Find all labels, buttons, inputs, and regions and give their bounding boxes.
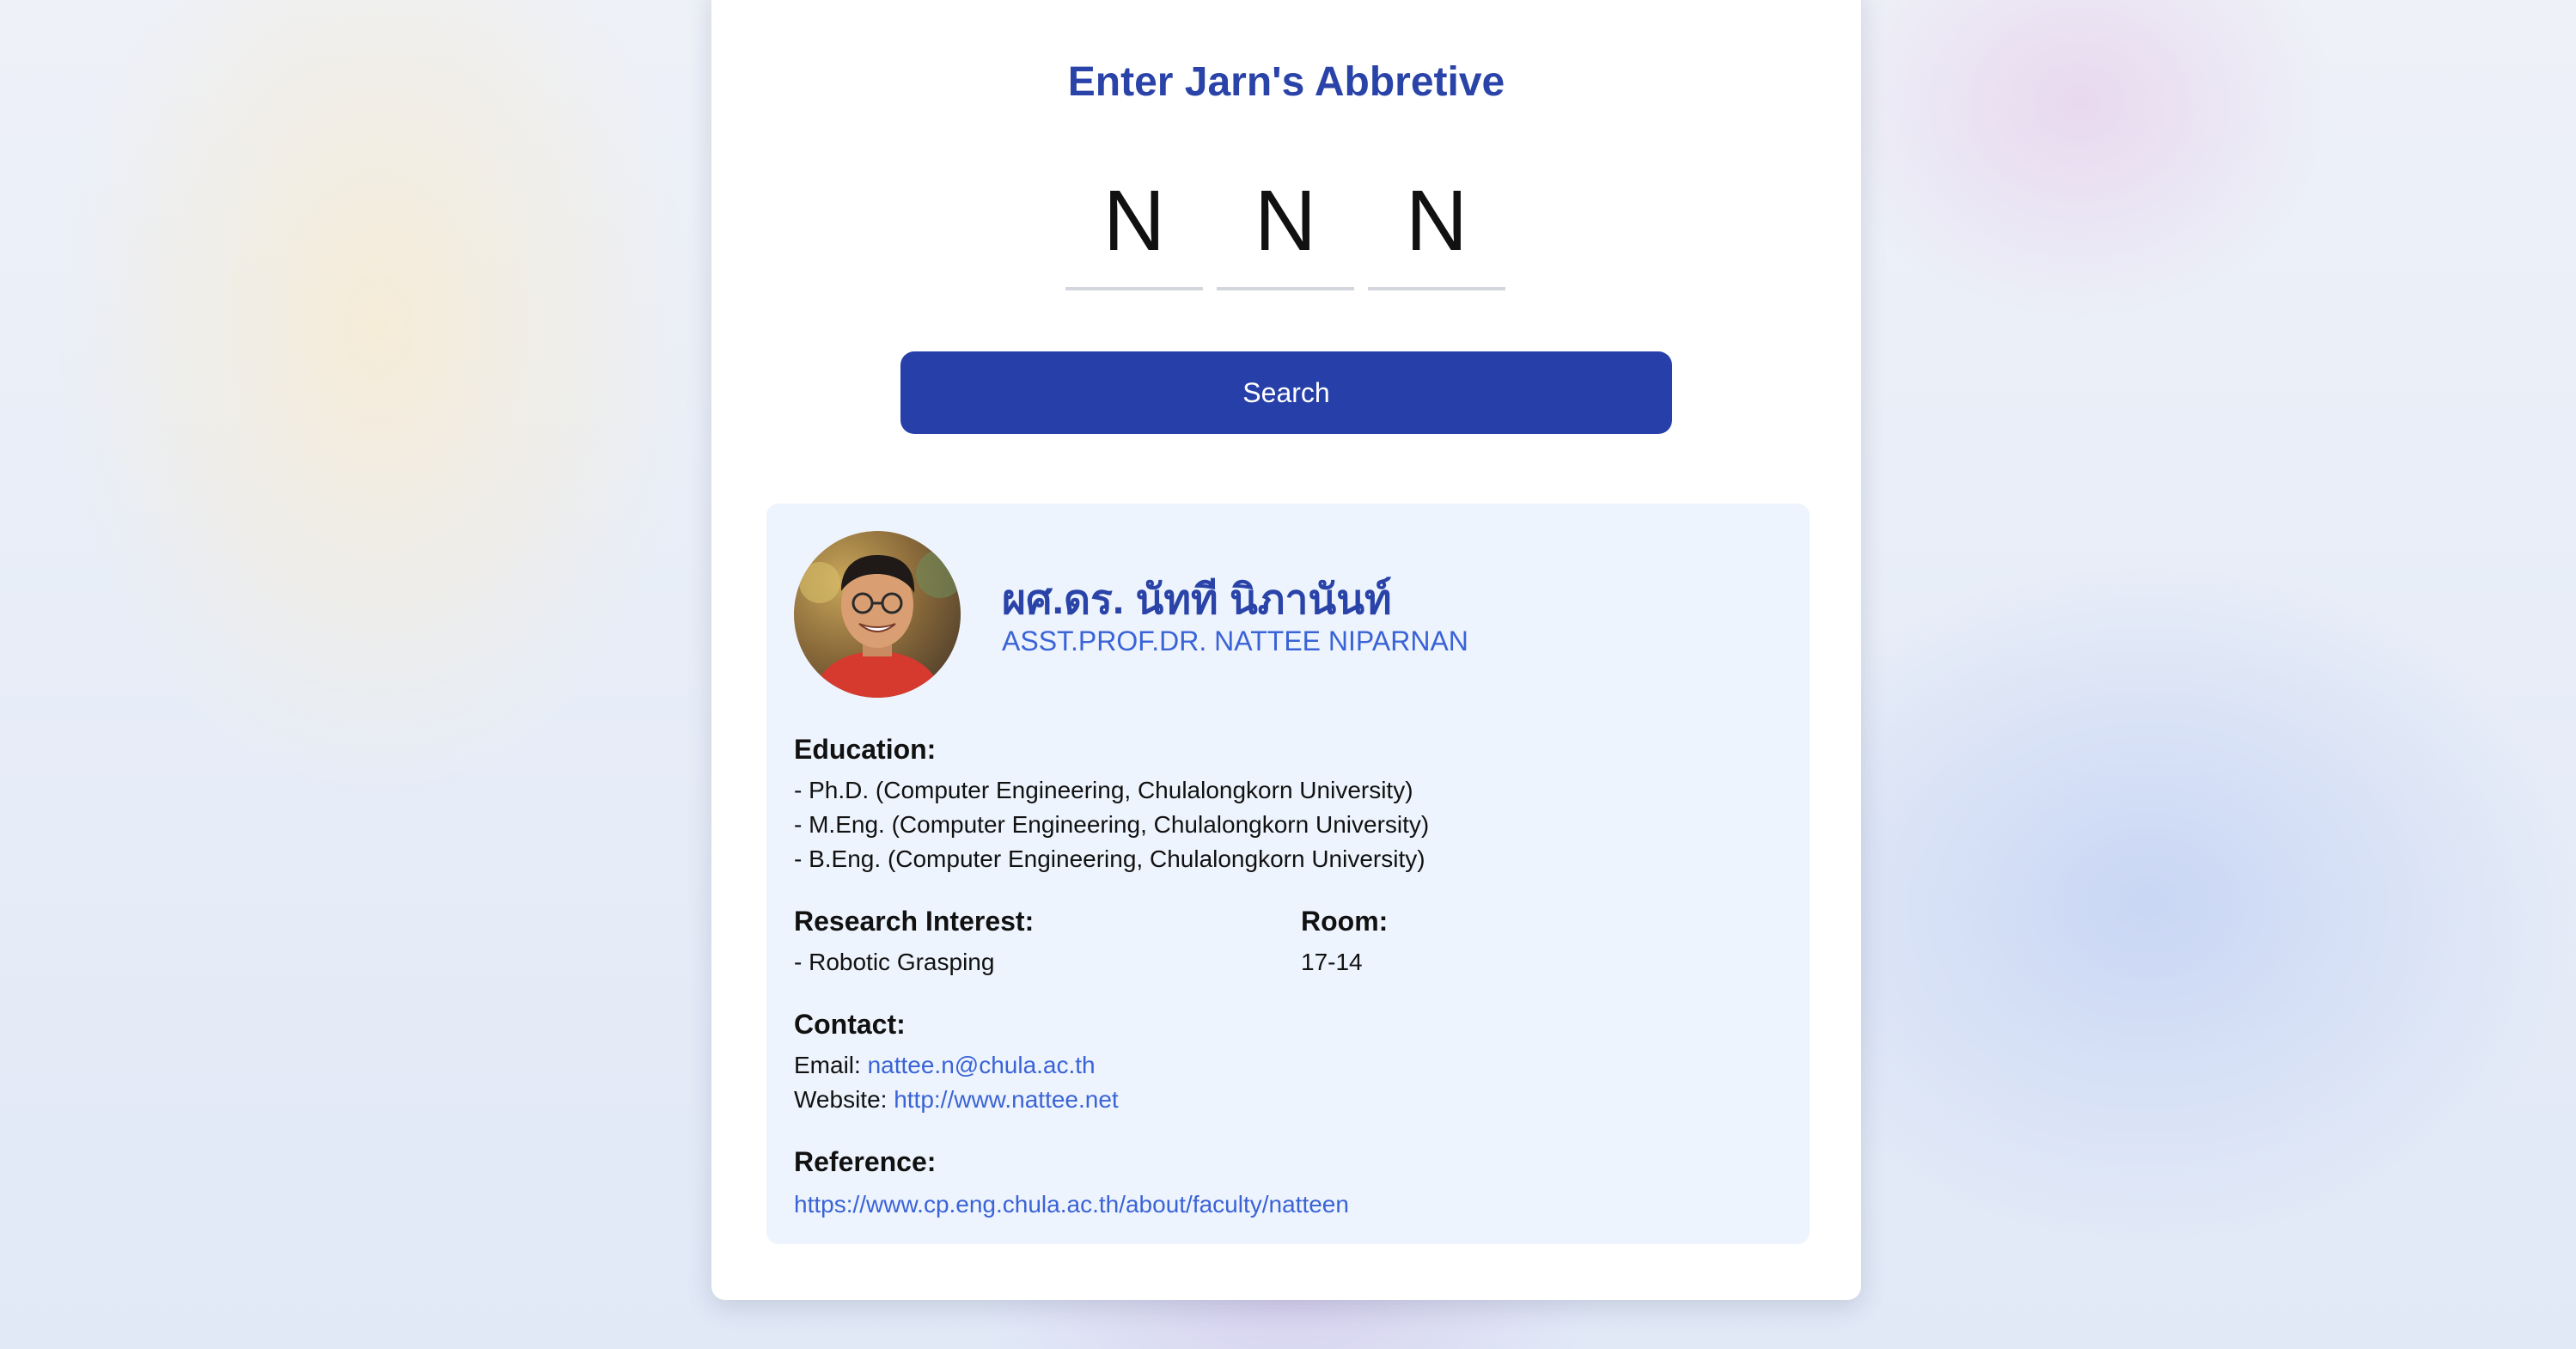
room-value: 17-14 xyxy=(1301,949,1363,975)
result-card: ผศ.ดร. นัทที นิภานันท์ ASST.PROF.DR. NAT… xyxy=(766,504,1810,1244)
research-item: - Robotic Grasping xyxy=(794,949,995,975)
abbreviation-letter-2[interactable] xyxy=(1217,155,1354,290)
avatar-image xyxy=(794,531,961,698)
education-item: - Ph.D. (Computer Engineering, Chulalong… xyxy=(794,777,1413,803)
education-heading: Education: xyxy=(794,734,937,765)
name-english: ASST.PROF.DR. NATTEE NIPARNAN xyxy=(1002,626,1468,656)
abbreviation-letter-3[interactable] xyxy=(1368,155,1505,290)
reference-heading: Reference: xyxy=(794,1146,937,1177)
page-title: Enter Jarn's Abbretive xyxy=(1067,59,1505,105)
avatar xyxy=(794,531,961,698)
email-label: Email: xyxy=(794,1052,861,1078)
search-card: Enter Jarn's Abbretive Search xyxy=(711,0,1861,1300)
email-link[interactable]: nattee.n@chula.ac.th xyxy=(868,1052,1096,1078)
reference-link[interactable]: https://www.cp.eng.chula.ac.th/about/fac… xyxy=(794,1191,1349,1218)
abbreviation-inputs xyxy=(1065,155,1505,290)
room-heading: Room: xyxy=(1301,906,1389,937)
abbreviation-letter-1[interactable] xyxy=(1065,155,1203,290)
education-item: - M.Eng. (Computer Engineering, Chulalon… xyxy=(794,811,1430,838)
website-link[interactable]: http://www.nattee.net xyxy=(894,1086,1119,1113)
research-heading: Research Interest: xyxy=(794,906,1035,937)
reference-row: https://www.cp.eng.chula.ac.th/about/fac… xyxy=(794,1191,1349,1218)
education-item: - B.Eng. (Computer Engineering, Chulalon… xyxy=(794,845,1425,872)
email-row: Email: nattee.n@chula.ac.th xyxy=(794,1052,1096,1079)
name-thai: ผศ.ดร. นัทที นิภานันท์ xyxy=(1002,577,1392,623)
contact-heading: Contact: xyxy=(794,1009,906,1040)
website-row: Website: http://www.nattee.net xyxy=(794,1086,1119,1114)
website-label: Website: xyxy=(794,1086,888,1113)
search-button[interactable]: Search xyxy=(900,351,1672,434)
